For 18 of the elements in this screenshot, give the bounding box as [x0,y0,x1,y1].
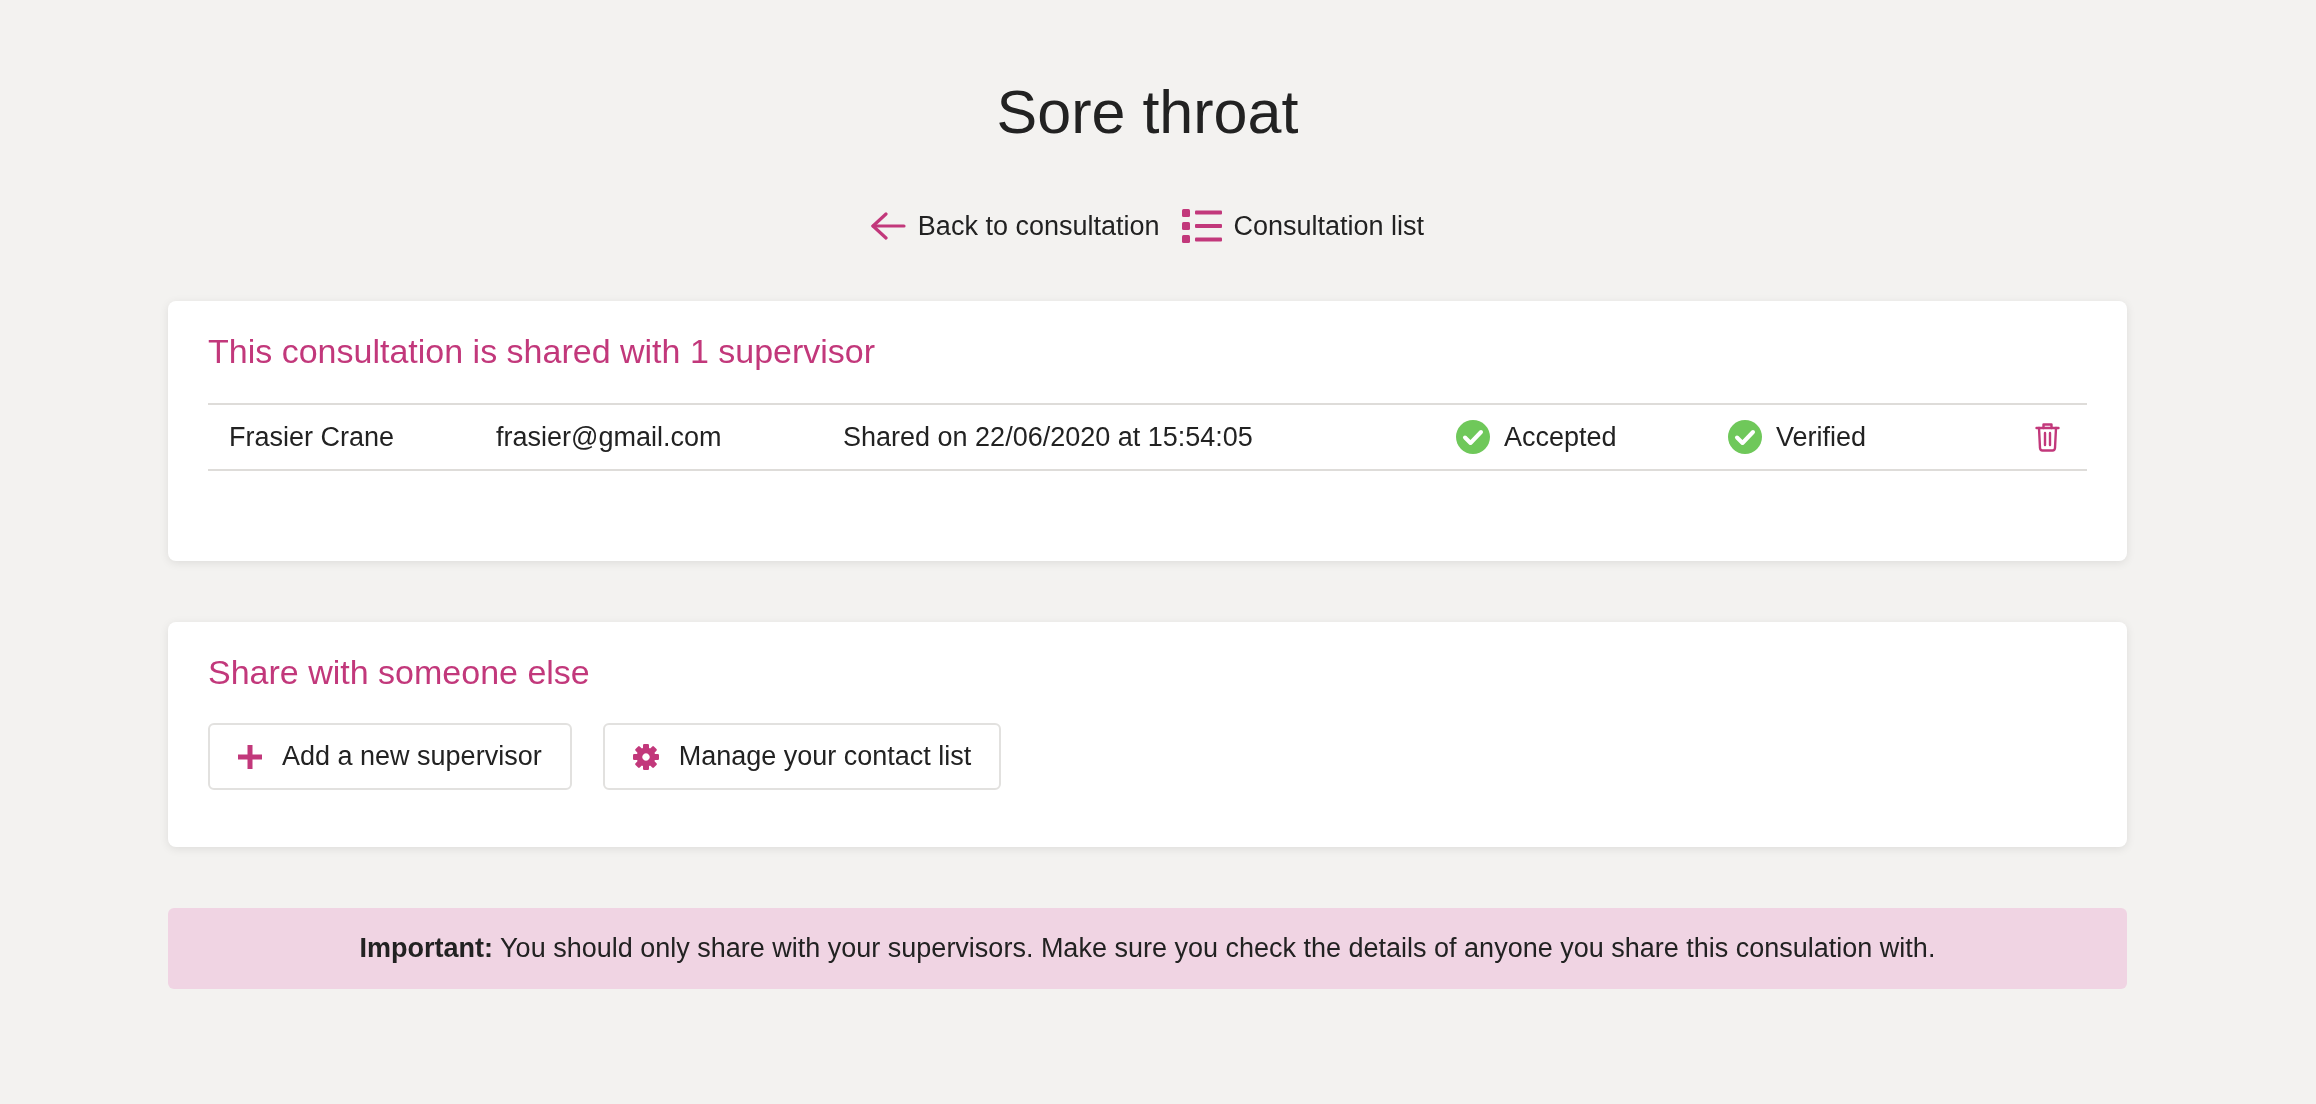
card-title: This consultation is shared with 1 supervisor [208,331,876,371]
plus-icon [238,744,262,769]
back-link[interactable]: Back to consultation [870,208,1160,244]
contact-list-button[interactable]: Manage your contact list [602,723,1002,790]
settings-icon [632,743,659,770]
date-cell-text: Shared on 22/06/2020 at 15:54:05 [842,420,1254,454]
left-arrow-icon [870,212,906,240]
consultation-list-link[interactable]: Consultation list [1181,208,1425,244]
email-cell-text: frasier@gmail.com [495,420,723,454]
notice-text: Important: You should only share with your supervisors. Make sure you check the details of anyone you share this consulation with. [359,932,1936,966]
page-title: Sore throat [996,82,1299,143]
card-title: Share with someone else [208,652,590,692]
add-supervisor-button[interactable]: Add a new supervisor [208,723,572,790]
status-text: Verified [1776,420,1867,454]
trash-icon[interactable] [2035,422,2060,452]
list-icon [1181,209,1222,243]
status-text: Accepted [1504,420,1617,454]
name-cell-text: Frasier Crane [228,420,396,454]
